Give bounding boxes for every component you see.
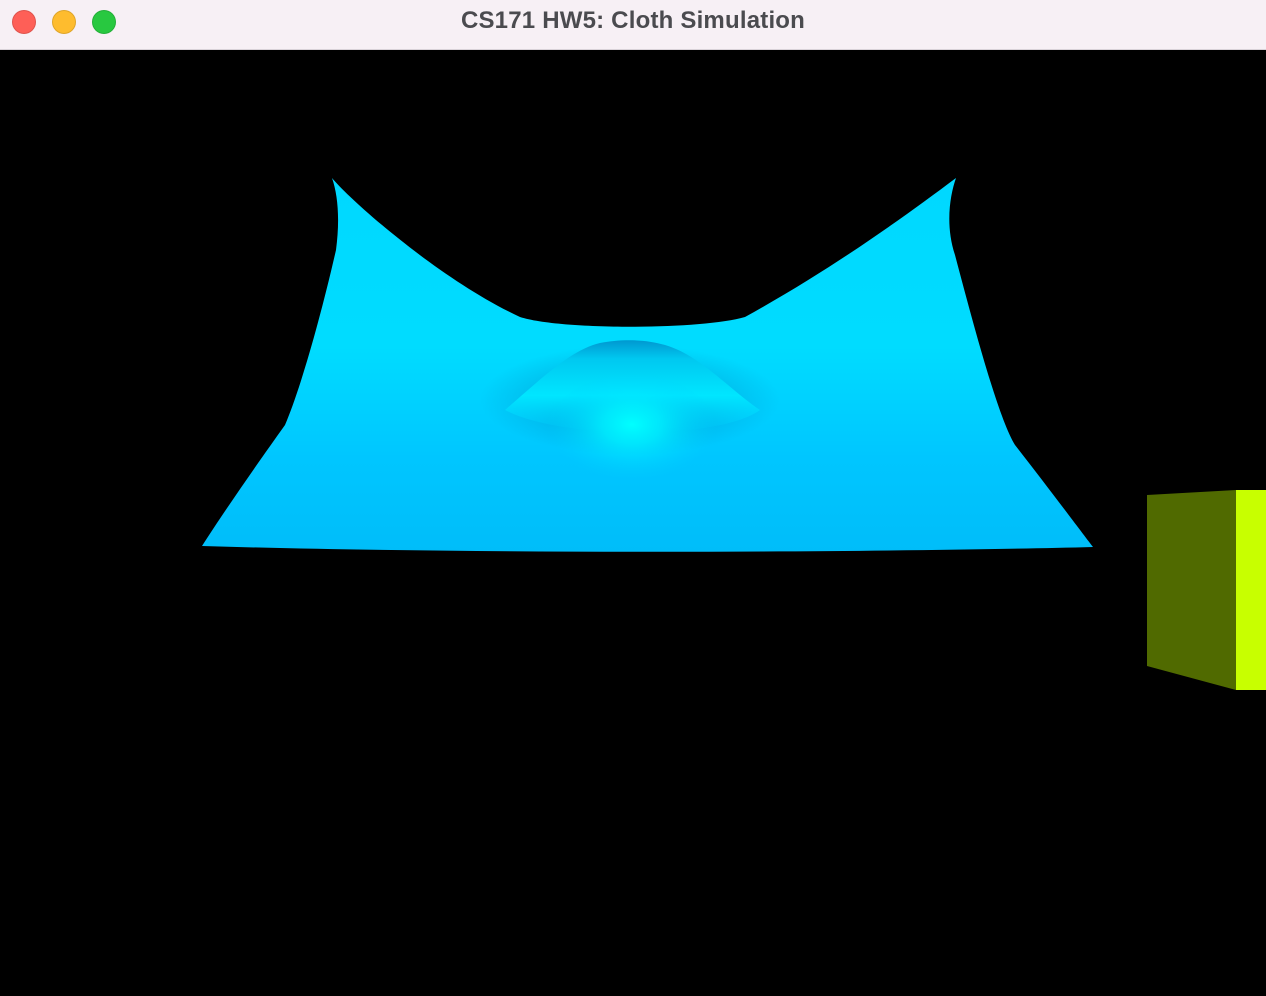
cube-side-face (1236, 490, 1266, 690)
sphere-highlight (547, 375, 717, 485)
window-title: CS171 HW5: Cloth Simulation (460, 7, 806, 34)
cube-front-face (1147, 490, 1236, 690)
title-bar[interactable]: CS171 HW5: Cloth Simulation (0, 0, 1266, 50)
cloth-scene[interactable] (0, 50, 1266, 996)
app-window: CS171 HW5: Cloth Simulation (0, 0, 1266, 996)
cloth-mesh[interactable] (202, 178, 1093, 552)
obstacle-cube[interactable] (1147, 490, 1266, 690)
render-viewport[interactable] (0, 50, 1266, 996)
